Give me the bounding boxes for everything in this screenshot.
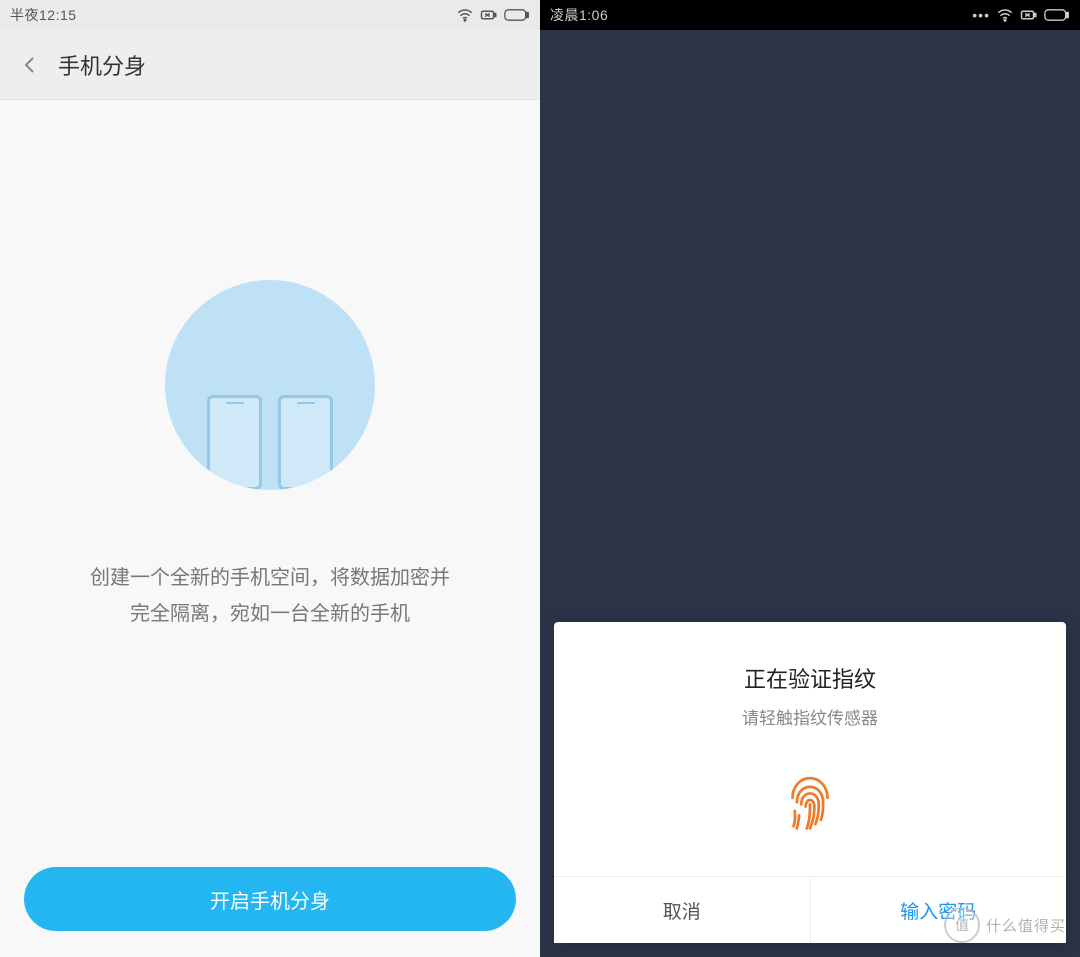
phone-icon (278, 395, 333, 490)
battery-x-icon (480, 6, 498, 24)
page-title: 手机分身 (58, 49, 146, 81)
back-icon[interactable] (18, 53, 42, 77)
phones-illustration (165, 280, 375, 490)
fingerprint-dialog-body: 正在验证指纹 请轻触指纹传感器 (554, 622, 1066, 876)
battery-x-icon (1020, 6, 1038, 24)
fingerprint-subtitle: 请轻触指纹传感器 (574, 704, 1046, 729)
description-text: 创建一个全新的手机空间，将数据加密并 完全隔离，宛如一台全新的手机 (0, 560, 540, 632)
enable-second-space-button[interactable]: 开启手机分身 (24, 867, 516, 931)
right-screen: 凌晨1:06 ••• 正在验证指纹 请轻触指纹传感器 取消 输入密码 (540, 0, 1080, 957)
left-screen: 半夜12:15 手机分身 创建一个全新的手机空间，将数据加密并 完全隔离，宛如一… (0, 0, 540, 957)
watermark: 值 什么值得买 (944, 907, 1066, 943)
wifi-icon (456, 6, 474, 24)
fingerprint-dialog: 正在验证指纹 请轻触指纹传感器 取消 输入密码 (554, 622, 1066, 943)
battery-icon (1044, 6, 1070, 24)
battery-icon (504, 6, 530, 24)
status-icons-right: ••• (972, 6, 1070, 24)
watermark-text: 什么值得买 (986, 915, 1066, 936)
title-bar: 手机分身 (0, 30, 540, 100)
wifi-icon (996, 6, 1014, 24)
description-line-1: 创建一个全新的手机空间，将数据加密并 (30, 560, 510, 596)
phone-icon (207, 395, 262, 490)
status-icons-left (456, 6, 530, 24)
description-line-2: 完全隔离，宛如一台全新的手机 (30, 596, 510, 632)
status-time-left: 半夜12:15 (10, 5, 77, 25)
cancel-button[interactable]: 取消 (554, 877, 811, 943)
left-content: 创建一个全新的手机空间，将数据加密并 完全隔离，宛如一台全新的手机 开启手机分身 (0, 100, 540, 957)
status-bar-left: 半夜12:15 (0, 0, 540, 30)
watermark-badge: 值 (944, 907, 980, 943)
fingerprint-icon (775, 765, 845, 835)
more-icon: ••• (972, 7, 990, 23)
status-time-right: 凌晨1:06 (550, 5, 608, 25)
status-bar-right: 凌晨1:06 ••• (540, 0, 1080, 30)
fingerprint-title: 正在验证指纹 (574, 662, 1046, 694)
